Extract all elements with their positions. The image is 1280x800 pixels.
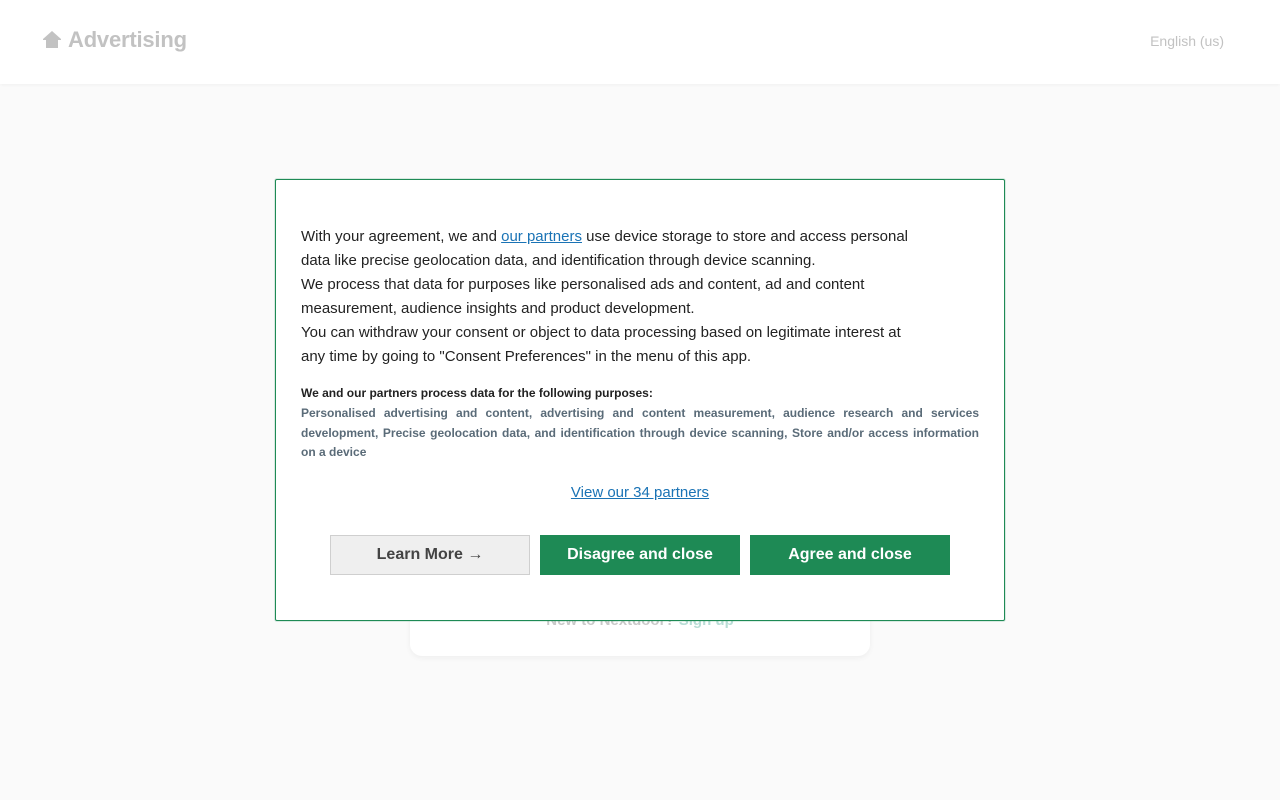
brand-logo[interactable]: Advertising [40, 26, 187, 54]
consent-intro: With your agreement, we and our partners… [301, 225, 921, 369]
consent-processing-text: We process that data for purposes like p… [301, 276, 865, 317]
page: Advertising English (us) New to Nextdoor… [0, 0, 1280, 800]
our-partners-link[interactable]: our partners [501, 228, 582, 245]
disagree-and-close-button[interactable]: Disagree and close [540, 535, 740, 575]
learn-more-button[interactable]: Learn More → [330, 535, 530, 575]
agree-and-close-button[interactable]: Agree and close [750, 535, 950, 575]
purposes-list: Personalised advertising and content, ad… [301, 406, 979, 459]
view-partners: View our 34 partners [276, 484, 1004, 501]
consent-withdraw-text: You can withdraw your consent or object … [301, 324, 901, 365]
header: Advertising English (us) [0, 0, 1280, 84]
purposes-title: We and our partners process data for the… [301, 386, 653, 400]
consent-dialog: With your agreement, we and our partners… [275, 179, 1005, 621]
house-icon [40, 28, 64, 52]
view-partners-link[interactable]: View our 34 partners [571, 484, 709, 501]
brand-label: Advertising [68, 27, 187, 52]
language-selector[interactable]: English (us) [1150, 33, 1224, 49]
consent-agreement-text: With your agreement, we and our partners… [301, 228, 909, 269]
